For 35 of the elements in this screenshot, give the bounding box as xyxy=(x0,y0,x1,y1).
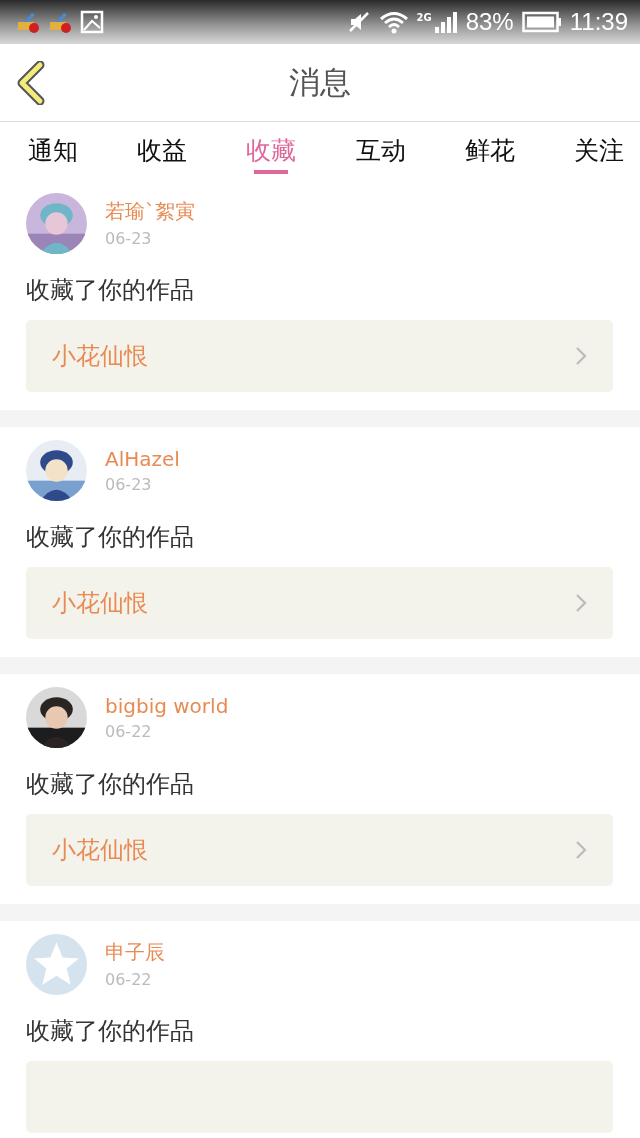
app-notification-icon xyxy=(16,10,40,34)
image-icon xyxy=(80,10,104,34)
work-link[interactable]: 小花仙恨 xyxy=(26,320,613,392)
work-link[interactable]: 小花仙恨 xyxy=(26,567,613,639)
chevron-right-icon xyxy=(575,346,587,366)
message-date: 06-23 xyxy=(105,229,153,248)
message-date: 06-22 xyxy=(105,721,153,741)
message-date: 06-22 xyxy=(105,970,153,989)
wifi-icon xyxy=(378,10,409,34)
tab[interactable]: 通知 xyxy=(24,122,82,177)
battery-icon xyxy=(521,11,562,33)
network-type: 2G xyxy=(416,12,432,23)
message-text: 收藏了你的作品 xyxy=(26,769,195,800)
message-text: 收藏了你的作品 xyxy=(26,522,195,553)
user-name[interactable]: 若瑜`絮寅 xyxy=(105,198,195,225)
battery-percent: 83% xyxy=(465,8,514,36)
user-name[interactable]: bigbig world xyxy=(105,693,229,718)
work-link[interactable]: 小花仙恨 xyxy=(26,814,613,886)
signal-icon xyxy=(433,10,458,34)
page-title: 消息 xyxy=(289,62,351,102)
tab[interactable]: 互动 xyxy=(351,122,410,177)
chevron-right-icon xyxy=(575,593,587,613)
app-notification-icon xyxy=(48,10,72,34)
back-icon[interactable] xyxy=(16,61,46,105)
tab[interactable]: 鲜花 xyxy=(460,122,519,177)
tab[interactable]: 收益 xyxy=(133,122,192,177)
tab[interactable]: 关注 xyxy=(569,122,628,177)
user-name[interactable]: 申子辰 xyxy=(105,939,165,966)
chevron-right-icon xyxy=(575,840,587,860)
message-text: 收藏了你的作品 xyxy=(26,1016,195,1047)
user-name[interactable]: AlHazel xyxy=(105,446,180,471)
message-text: 收藏了你的作品 xyxy=(26,275,195,306)
message-date: 06-23 xyxy=(105,474,153,494)
clock: 11:39 xyxy=(569,8,628,36)
default-avatar-icon xyxy=(26,933,87,995)
